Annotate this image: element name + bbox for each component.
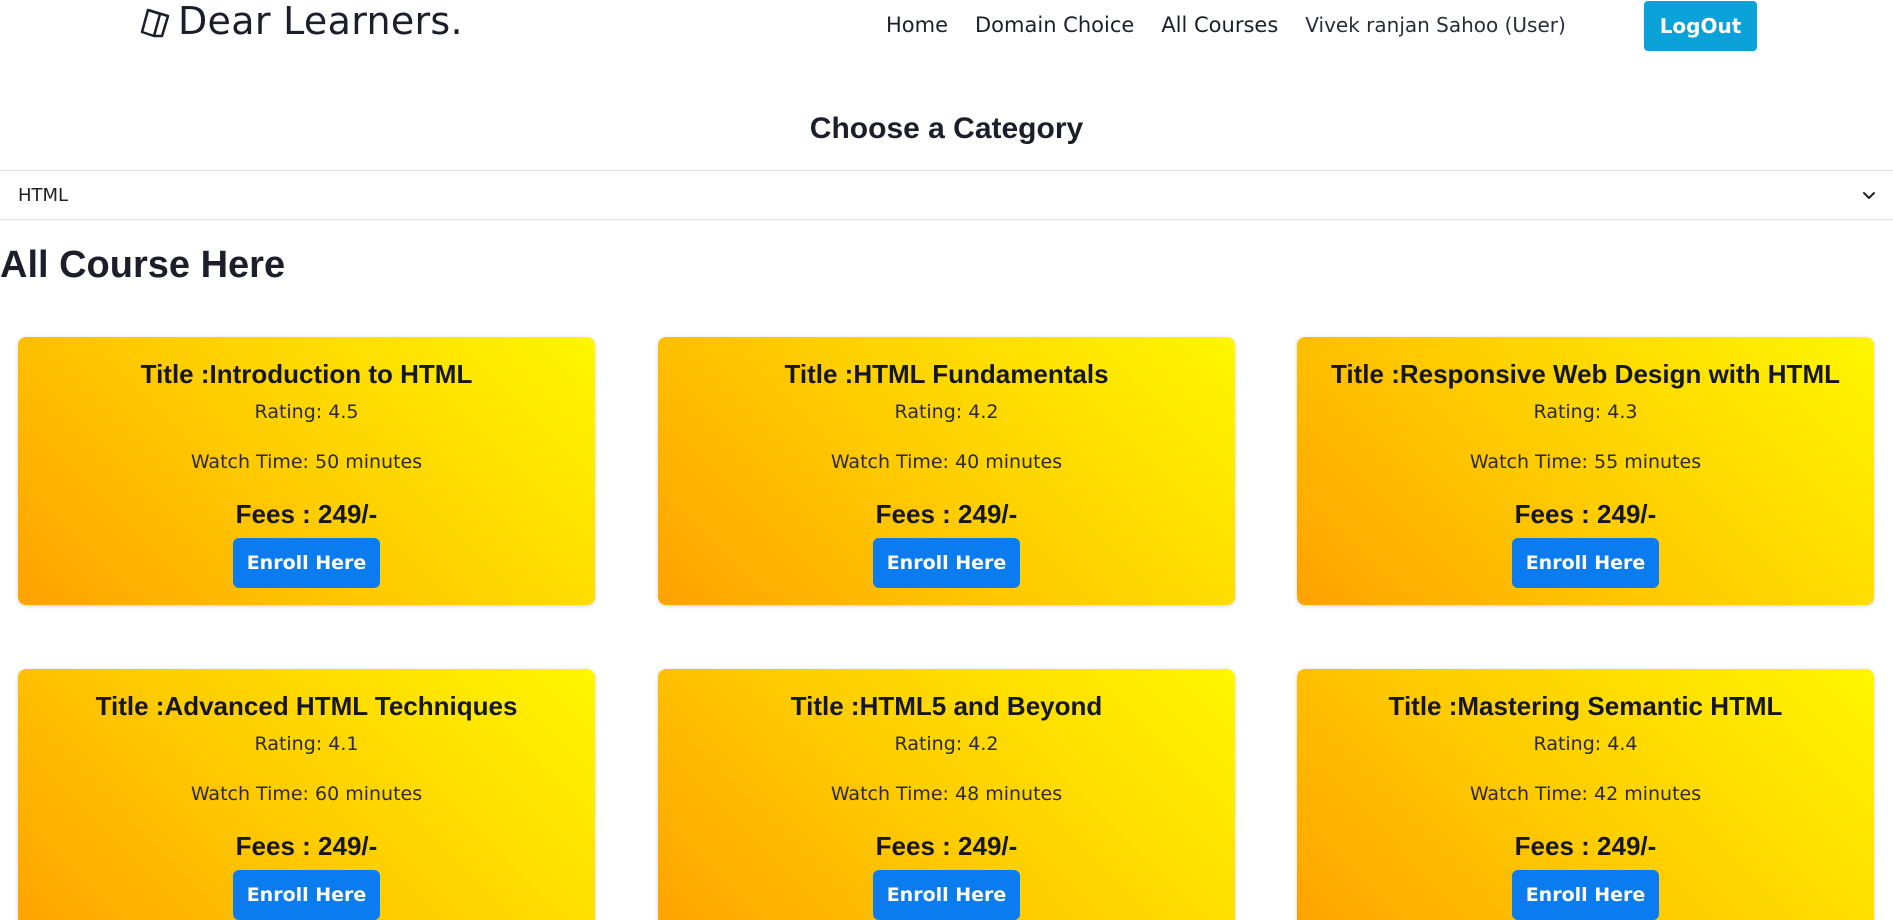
enroll-button[interactable]: Enroll Here bbox=[233, 538, 380, 588]
course-rating: Rating: 4.2 bbox=[894, 401, 999, 423]
enroll-button[interactable]: Enroll Here bbox=[1512, 870, 1659, 920]
nav-home[interactable]: Home bbox=[886, 13, 948, 37]
nav-all-courses[interactable]: All Courses bbox=[1161, 13, 1278, 37]
course-rating: Rating: 4.3 bbox=[1533, 401, 1638, 423]
logout-button[interactable]: LogOut bbox=[1644, 1, 1757, 51]
course-card: Title :HTML Fundamentals Rating: 4.2 Wat… bbox=[658, 337, 1235, 605]
user-name: Vivek ranjan Sahoo (User) bbox=[1305, 13, 1566, 37]
nav-domain-choice[interactable]: Domain Choice bbox=[975, 13, 1134, 37]
course-fees: Fees : 249/- bbox=[235, 831, 378, 861]
course-title: Title :Responsive Web Design with HTML bbox=[1331, 359, 1840, 389]
course-title: Title :HTML Fundamentals bbox=[784, 359, 1109, 389]
course-watch-time: Watch Time: 55 minutes bbox=[1469, 451, 1702, 473]
enroll-button[interactable]: Enroll Here bbox=[873, 538, 1020, 588]
course-card: Title :Introduction to HTML Rating: 4.5 … bbox=[18, 337, 595, 605]
course-watch-time: Watch Time: 48 minutes bbox=[830, 783, 1063, 805]
course-card: Title :Mastering Semantic HTML Rating: 4… bbox=[1297, 669, 1874, 920]
course-title: Title :Mastering Semantic HTML bbox=[1388, 691, 1783, 721]
course-title: Title :Advanced HTML Techniques bbox=[95, 691, 518, 721]
course-watch-time: Watch Time: 42 minutes bbox=[1469, 783, 1702, 805]
course-card: Title :Advanced HTML Techniques Rating: … bbox=[18, 669, 595, 920]
page: Dear Learners. Home Domain Choice All Co… bbox=[0, 0, 1893, 920]
course-rating: Rating: 4.4 bbox=[1533, 733, 1638, 755]
book-icon bbox=[138, 4, 172, 38]
brand-logo[interactable]: Dear Learners. bbox=[138, 0, 463, 42]
enroll-button[interactable]: Enroll Here bbox=[873, 870, 1020, 920]
category-selected-value: HTML bbox=[18, 184, 69, 206]
course-card: Title :HTML5 and Beyond Rating: 4.2 Watc… bbox=[658, 669, 1235, 920]
course-fees: Fees : 249/- bbox=[1514, 831, 1657, 861]
course-fees: Fees : 249/- bbox=[875, 831, 1018, 861]
courses-heading: All Course Here bbox=[0, 244, 286, 286]
course-title: Title :HTML5 and Beyond bbox=[790, 691, 1103, 721]
enroll-button[interactable]: Enroll Here bbox=[233, 870, 380, 920]
chevron-down-icon bbox=[1861, 187, 1877, 203]
main-nav: Home Domain Choice All Courses Vivek ran… bbox=[886, 0, 1566, 50]
course-rating: Rating: 4.1 bbox=[254, 733, 359, 755]
course-watch-time: Watch Time: 40 minutes bbox=[830, 451, 1063, 473]
enroll-button[interactable]: Enroll Here bbox=[1512, 538, 1659, 588]
course-fees: Fees : 249/- bbox=[1514, 499, 1657, 529]
course-fees: Fees : 249/- bbox=[875, 499, 1018, 529]
brand-name: Dear Learners. bbox=[178, 0, 463, 43]
course-rating: Rating: 4.5 bbox=[254, 401, 359, 423]
course-card: Title :Responsive Web Design with HTML R… bbox=[1297, 337, 1874, 605]
category-select[interactable]: HTML bbox=[0, 170, 1893, 220]
category-heading: Choose a Category bbox=[809, 112, 1084, 145]
course-rating: Rating: 4.2 bbox=[894, 733, 999, 755]
course-fees: Fees : 249/- bbox=[235, 499, 378, 529]
course-watch-time: Watch Time: 50 minutes bbox=[190, 451, 423, 473]
course-watch-time: Watch Time: 60 minutes bbox=[190, 783, 423, 805]
course-title: Title :Introduction to HTML bbox=[140, 359, 473, 389]
